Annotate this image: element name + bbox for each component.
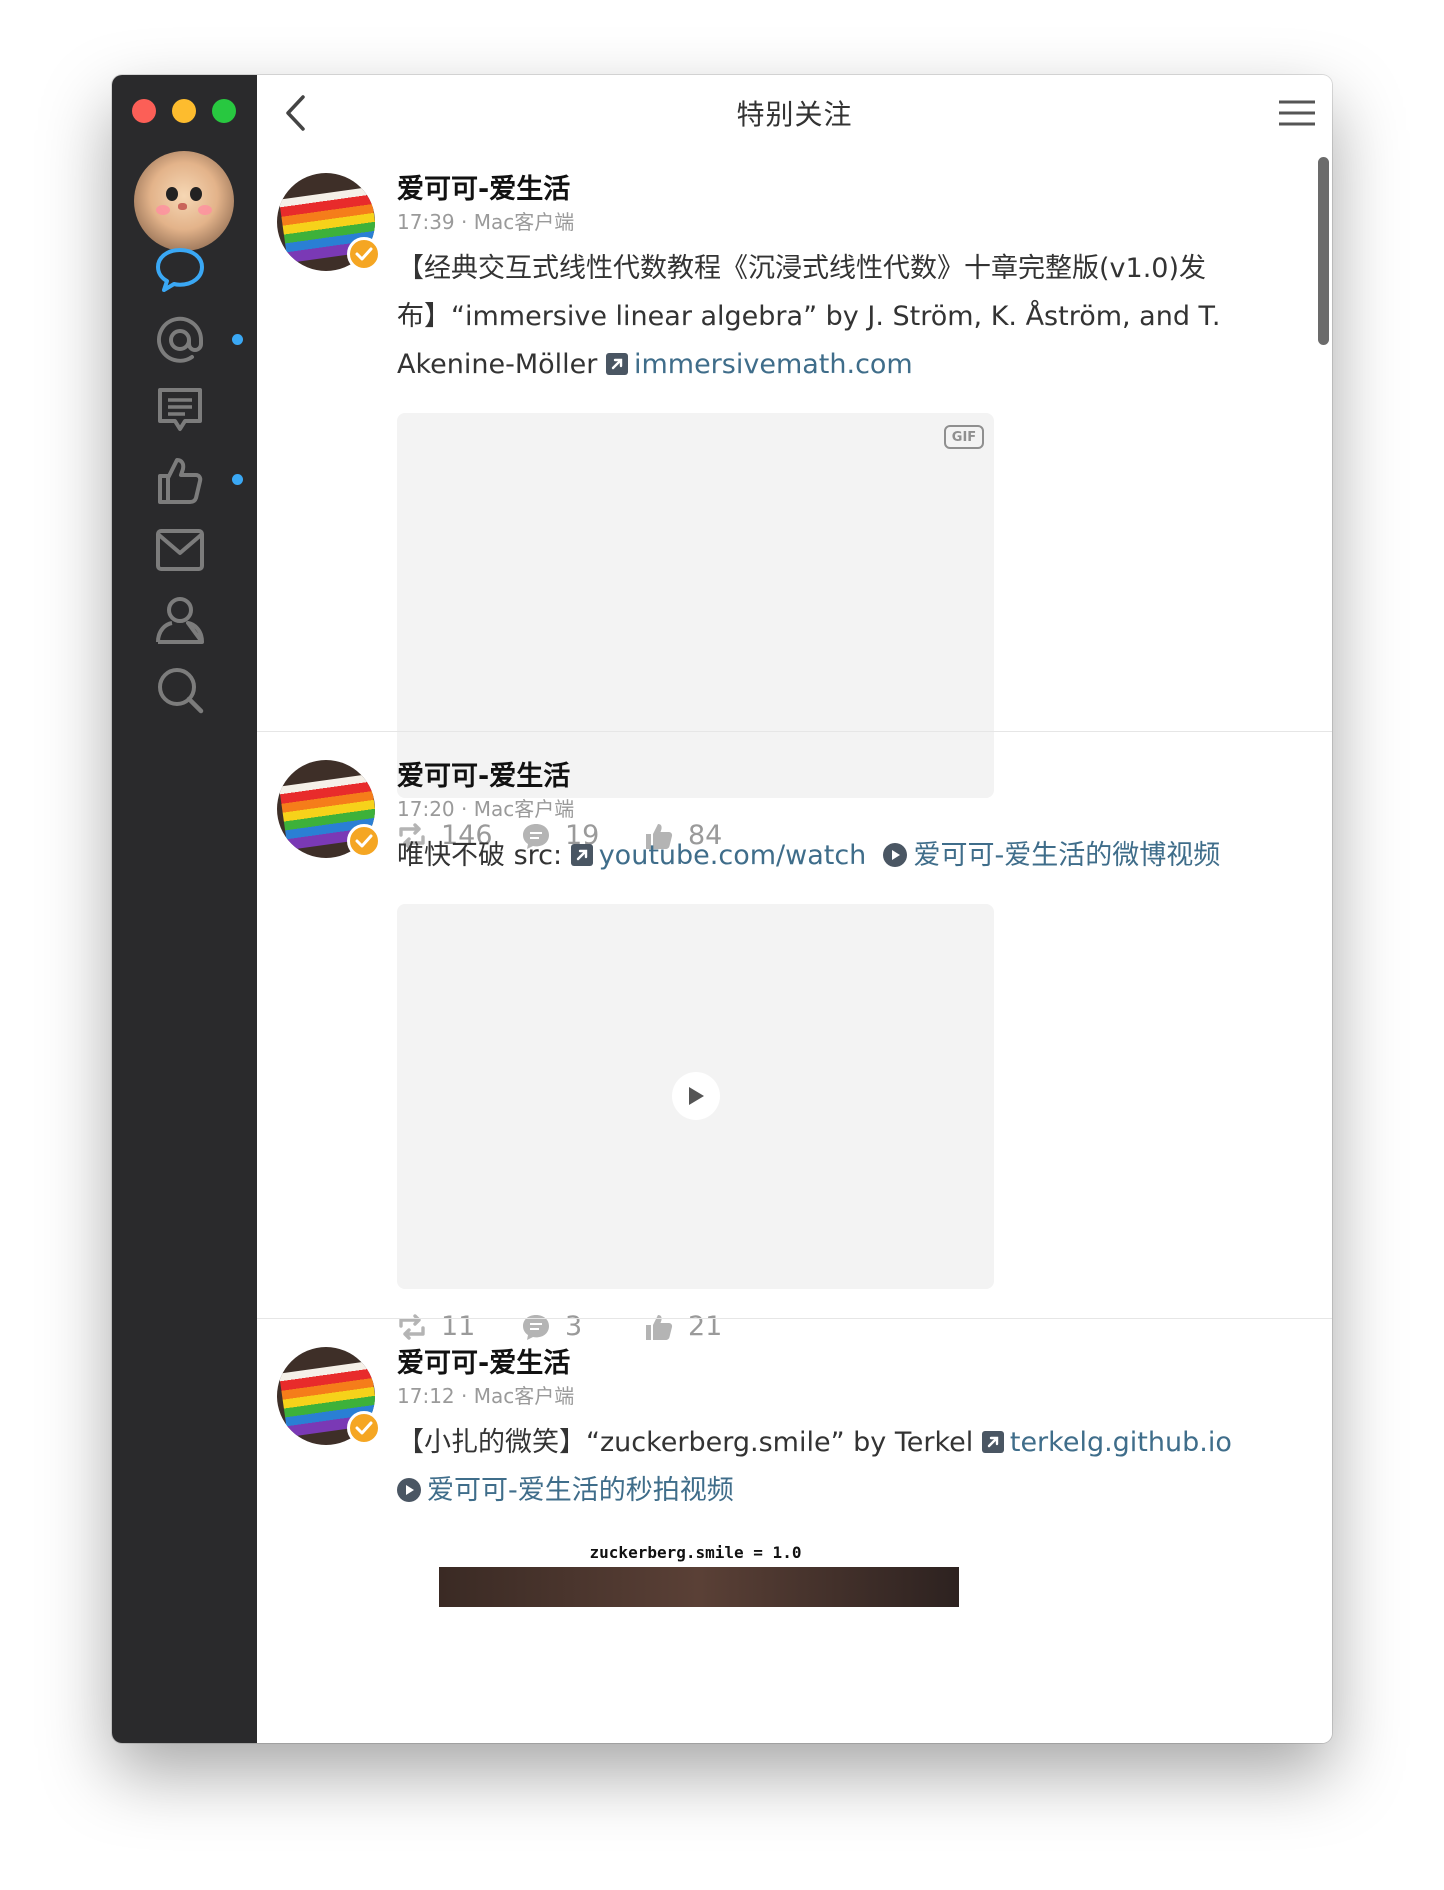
media-caption: zuckerberg.smile = 1.0 xyxy=(589,1543,802,1562)
video-link[interactable]: 爱可可-爱生活的秒拍视频 xyxy=(397,1475,734,1506)
post-meta: 17:39 · Mac客户端 xyxy=(397,210,575,234)
link-label[interactable]: terkelg.github.io xyxy=(1010,1427,1232,1458)
minimize-window-button[interactable] xyxy=(172,99,196,123)
like-button[interactable]: 21 xyxy=(644,1311,722,1342)
video-link[interactable]: 爱可可-爱生活的微博视频 xyxy=(883,840,1220,871)
gif-badge: GIF xyxy=(944,425,984,449)
user-icon xyxy=(156,597,204,644)
post-actions: 11 3 21 xyxy=(397,1311,1302,1351)
external-link[interactable]: terkelg.github.io xyxy=(981,1427,1232,1458)
repost-button[interactable]: 11 xyxy=(397,1311,475,1342)
post-meta: 17:12 · Mac客户端 xyxy=(397,1384,575,1408)
sidebar-item-messages[interactable] xyxy=(150,240,210,300)
comment-list-icon xyxy=(158,388,202,431)
zoom-window-button[interactable] xyxy=(212,99,236,123)
post-meta: 17:20 · Mac客户端 xyxy=(397,797,575,821)
mentions-badge xyxy=(232,334,243,345)
repost-count: 11 xyxy=(441,1311,476,1342)
video-link-label[interactable]: 爱可可-爱生活的秒拍视频 xyxy=(427,1475,734,1506)
post-text: 【小扎的微笑】“zuckerberg.smile” by Terkel terk… xyxy=(397,1419,1302,1515)
post-divider xyxy=(257,731,1332,732)
external-link[interactable]: youtube.com/watch xyxy=(570,840,867,871)
external-link-icon xyxy=(981,1431,1004,1453)
play-circle-icon xyxy=(883,843,908,867)
external-link-icon xyxy=(605,353,628,375)
post-body: 【小扎的微笑】“zuckerberg.smile” by Terkel xyxy=(397,1427,974,1458)
author-name[interactable]: 爱可可-爱生活 xyxy=(397,173,1302,207)
video-link-label[interactable]: 爱可可-爱生活的微博视频 xyxy=(913,840,1220,871)
sidebar-item-search[interactable] xyxy=(150,660,210,720)
comment-button[interactable]: 3 xyxy=(521,1311,582,1342)
verified-badge-icon xyxy=(347,824,381,858)
gif-media[interactable]: GIF xyxy=(397,413,994,798)
like-icon xyxy=(646,1314,673,1340)
my-avatar[interactable] xyxy=(134,151,234,251)
verified-badge-icon xyxy=(347,1411,381,1445)
video-media[interactable] xyxy=(397,904,994,1289)
envelope-icon xyxy=(156,529,204,571)
author-name[interactable]: 爱可可-爱生活 xyxy=(397,760,1302,794)
comment-icon xyxy=(523,1314,549,1340)
link-label[interactable]: youtube.com/watch xyxy=(599,840,867,871)
speech-bubble-icon xyxy=(156,248,204,292)
sidebar-item-likes[interactable] xyxy=(150,450,210,510)
close-window-button[interactable] xyxy=(132,99,156,123)
sidebar-item-mentions[interactable] xyxy=(150,310,210,370)
at-icon xyxy=(157,316,204,363)
back-button[interactable] xyxy=(275,91,315,135)
verified-badge-icon xyxy=(347,237,381,271)
search-icon xyxy=(158,668,204,714)
page-title: 特别关注 xyxy=(736,98,853,131)
comment-count: 3 xyxy=(565,1311,583,1342)
external-link[interactable]: immersivemath.com xyxy=(605,349,913,380)
video-thumbnail[interactable]: zuckerberg.smile = 1.0 xyxy=(397,1543,994,1607)
post-text: 【经典交互式线性代数教程《沉浸式线性代数》十章完整版(v1.0)发布】“imme… xyxy=(397,245,1302,389)
chevron-left-icon xyxy=(286,95,305,131)
play-circle-icon xyxy=(397,1478,421,1502)
video-frame xyxy=(439,1567,959,1607)
post-text: 唯快不破 src: youtube.com/watch 爱可可-爱生活的微博视频 xyxy=(397,832,1302,880)
app-window: 特别关注 爱可可-爱生活 17:39 · Mac客户端 【经典交互式线性代数教程… xyxy=(112,75,1332,1743)
author-avatar[interactable] xyxy=(277,1347,381,1445)
menu-button[interactable] xyxy=(1274,93,1320,133)
post-divider xyxy=(257,1318,1332,1319)
timeline-pane: 特别关注 爱可可-爱生活 17:39 · Mac客户端 【经典交互式线性代数教程… xyxy=(257,75,1332,1743)
external-link-icon xyxy=(570,844,593,866)
sidebar-item-profile[interactable] xyxy=(150,590,210,650)
play-icon xyxy=(689,1087,704,1105)
sidebar-item-comments[interactable] xyxy=(150,380,210,440)
author-avatar[interactable] xyxy=(277,760,381,858)
title-bar: 特别关注 xyxy=(257,75,1332,151)
post-body: 唯快不破 src: xyxy=(397,840,563,871)
likes-badge xyxy=(232,474,243,485)
play-button[interactable] xyxy=(672,1072,720,1120)
link-label[interactable]: immersivemath.com xyxy=(634,349,913,380)
sidebar-item-mail[interactable] xyxy=(150,520,210,580)
thumb-up-icon xyxy=(158,458,203,504)
like-count: 21 xyxy=(688,1311,723,1342)
sidebar xyxy=(112,75,257,1743)
hamburger-menu-icon xyxy=(1279,100,1315,126)
scrollbar-thumb[interactable] xyxy=(1318,157,1329,345)
author-name[interactable]: 爱可可-爱生活 xyxy=(397,1347,1302,1381)
author-avatar[interactable] xyxy=(277,173,381,271)
